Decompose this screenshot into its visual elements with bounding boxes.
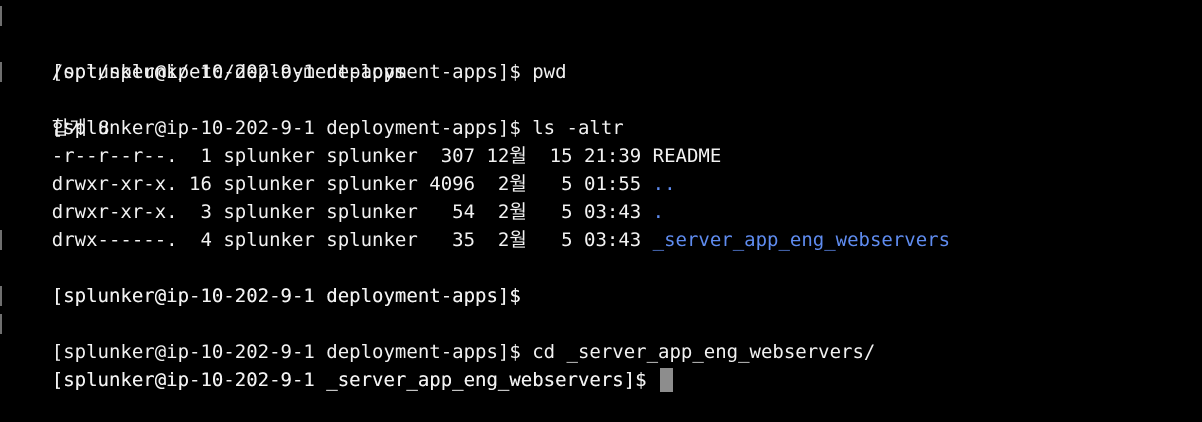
prompt-marker <box>0 314 2 334</box>
terminal-line: drwxr-xr-x. 3 splunker splunker 54 2월 5 … <box>6 170 1202 223</box>
terminal-line[interactable]: [splunker@ip-10-202-9-1 _server_app_eng_… <box>6 338 1202 392</box>
terminal-line: [splunker@ip-10-202-9-1 deployment-apps]… <box>0 2 1202 83</box>
terminal-line: [splunker@ip-10-202-9-1 deployment-apps]… <box>6 254 1202 307</box>
cursor-block[interactable] <box>660 368 674 392</box>
terminal-line: drwx------. 4 splunker splunker 35 2월 5 … <box>6 198 1202 251</box>
terminal-line: drwxr-xr-x. 16 splunker splunker 4096 2월… <box>6 142 1202 195</box>
prompt-marker <box>0 286 2 306</box>
terminal-line: [splunker@ip-10-202-9-1 _server_app_eng_… <box>0 310 1202 391</box>
terminal-line: [splunker@ip-10-202-9-1 deployment-apps]… <box>0 58 1202 139</box>
terminal-line: -r--r--r--. 1 splunker splunker 307 12월 … <box>6 114 1202 167</box>
terminal-line: [splunker@ip-10-202-9-1 deployment-apps]… <box>0 226 1202 307</box>
terminal-line: 합계 8 <box>6 86 1202 139</box>
terminal-line: [splunker@ip-10-202-9-1 deployment-apps]… <box>0 282 1202 363</box>
line-text: [splunker@ip-10-202-9-1 _server_app_eng_… <box>51 369 659 391</box>
prompt-marker <box>0 62 2 82</box>
terminal-window[interactable]: [splunker@ip-10-202-9-1 deployment-apps]… <box>0 0 1202 408</box>
prompt-marker <box>0 230 2 250</box>
terminal-line: /opt/splunk/etc/deployment-apps <box>6 30 1202 83</box>
prompt-marker <box>0 6 2 26</box>
